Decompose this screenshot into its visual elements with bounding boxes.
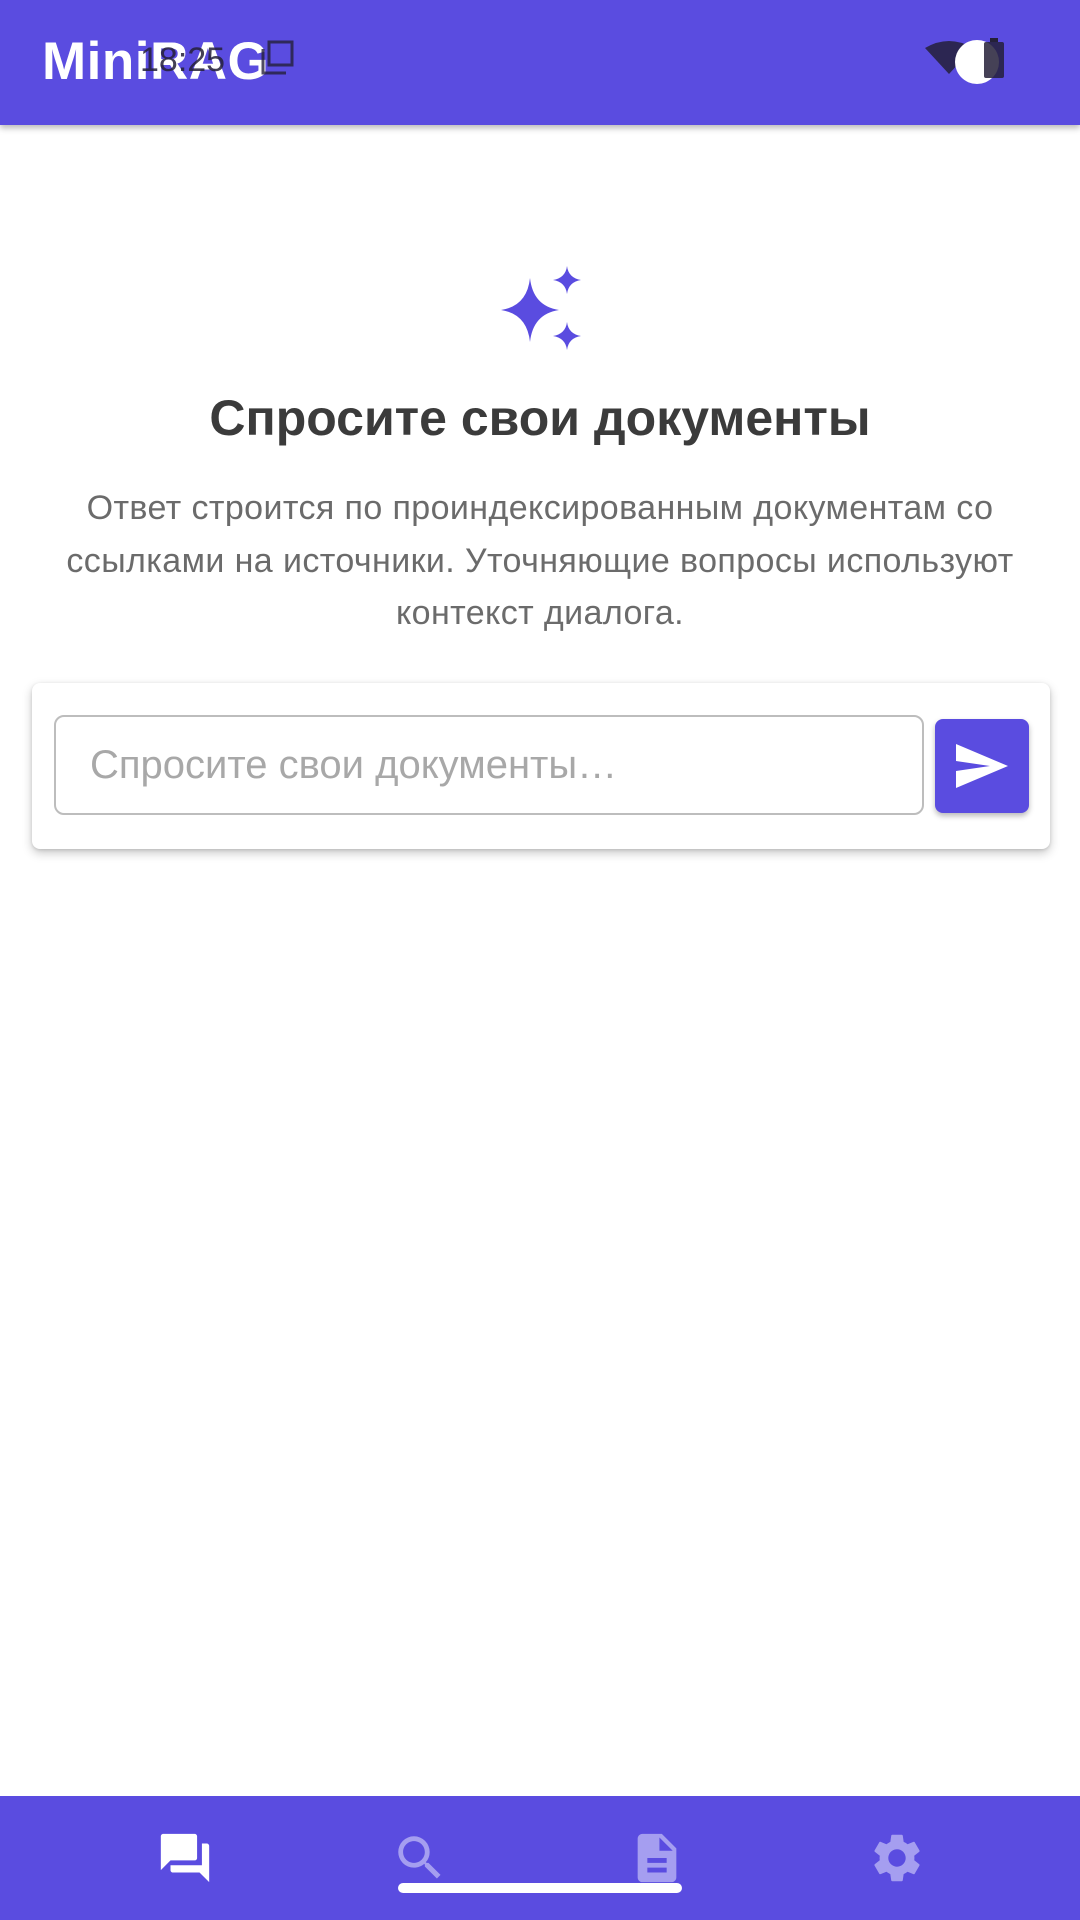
nav-item-documents[interactable]: [522, 1796, 792, 1920]
bottom-navigation: [0, 1796, 1080, 1920]
document-icon: [637, 1833, 677, 1883]
sparkles-icon: [501, 266, 581, 350]
search-icon: [398, 1836, 441, 1879]
settings-gear-icon: [874, 1834, 920, 1882]
status-time: 18:25: [140, 41, 226, 79]
nav-item-chat[interactable]: [50, 1796, 320, 1920]
chat-screen: MiniRAG 18:25 Спросите свои документы От…: [0, 0, 1080, 1920]
gesture-navigation-bar[interactable]: [398, 1883, 682, 1893]
empty-state-title: Спросите свои документы: [209, 390, 871, 446]
nav-item-settings[interactable]: [762, 1796, 1032, 1920]
send-icon: [956, 744, 1008, 788]
nav-item-search[interactable]: [285, 1796, 555, 1920]
query-input[interactable]: [54, 715, 924, 815]
battery-icon: [984, 38, 1004, 78]
send-button[interactable]: [935, 719, 1029, 813]
screenshot-copy-icon: [261, 40, 294, 75]
query-composer-card: [32, 683, 1050, 849]
app-bar: MiniRAG 18:25: [0, 0, 1080, 125]
chat-icon: [160, 1833, 210, 1883]
empty-state-description: Ответ строится по проиндексированным док…: [66, 489, 1014, 632]
